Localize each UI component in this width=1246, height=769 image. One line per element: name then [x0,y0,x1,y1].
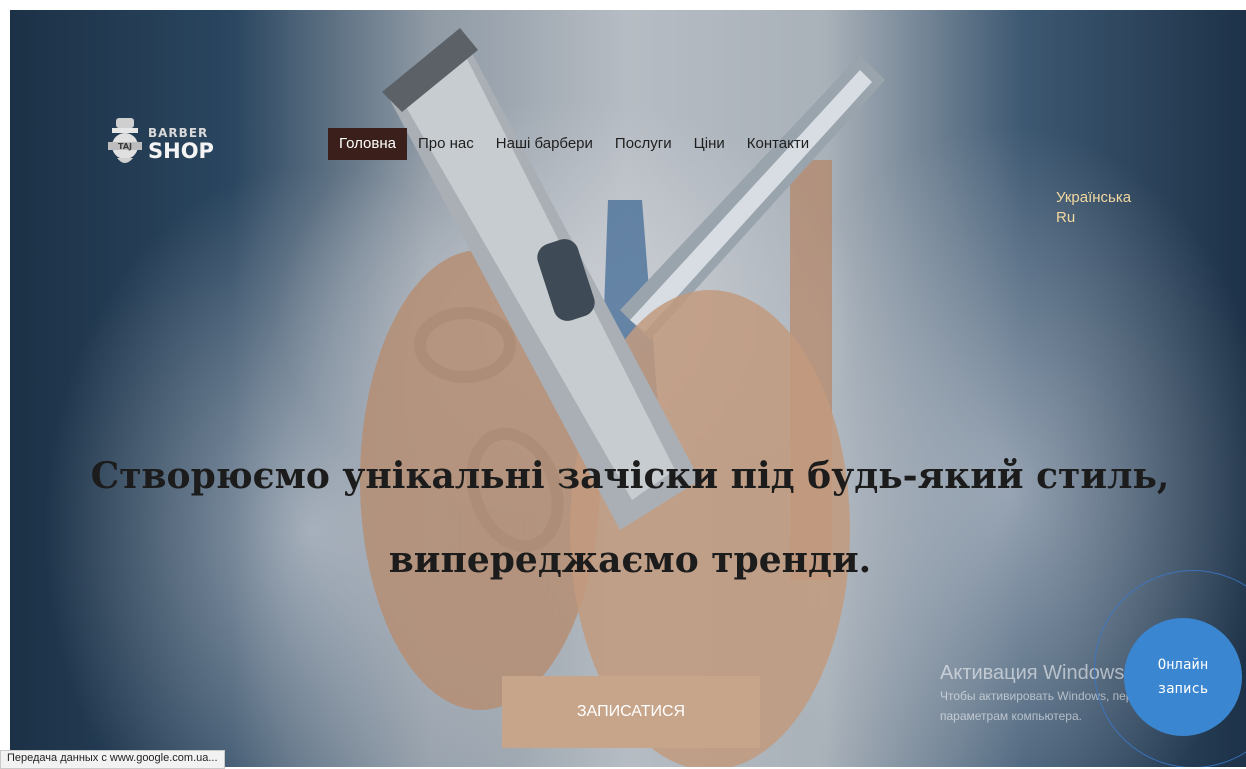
browser-status-bar: Передача данных с www.google.com.ua... [0,750,225,769]
book-appointment-button[interactable]: ЗАПИСАТИСЯ [502,676,760,748]
language-russian[interactable]: Ru [1056,208,1131,228]
nav-item-barbers[interactable]: Наші барбери [485,128,604,160]
logo-text-barber: BARBER [148,126,209,140]
language-switcher: Українська Ru [1056,188,1131,228]
site-logo[interactable]: TAJ BARBER SHOP [108,116,228,176]
online-booking-line1: Онлайн [1157,657,1209,673]
hero-section: TAJ BARBER SHOP Головна Про нас Наші бар… [10,10,1246,767]
main-nav: Головна Про нас Наші барбери Послуги Цін… [328,128,820,160]
hero-headline: Створюємо унікальні зачіски під будь-яки… [90,455,1170,582]
online-booking-line2: запись [1157,681,1209,697]
nav-item-home[interactable]: Головна [328,128,407,160]
nav-item-contacts[interactable]: Контакти [736,128,820,160]
nav-item-prices[interactable]: Ціни [683,128,736,160]
nav-item-services[interactable]: Послуги [604,128,683,160]
logo-text-shop: SHOP [148,139,214,163]
online-booking-button[interactable]: Онлайн запись [1124,618,1242,736]
svg-text:TAJ: TAJ [118,142,132,151]
nav-item-about[interactable]: Про нас [407,128,485,160]
language-ukrainian[interactable]: Українська [1056,188,1131,208]
barber-logo-icon: TAJ [108,118,142,163]
